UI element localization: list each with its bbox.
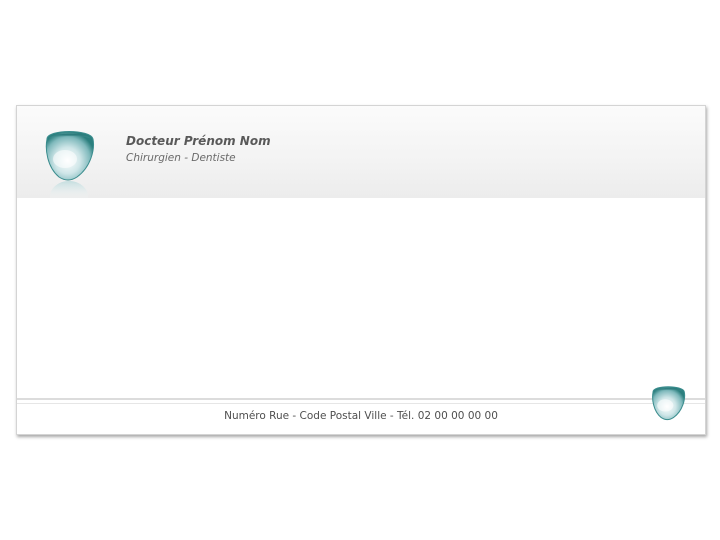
footer-divider-thin bbox=[17, 403, 705, 404]
header-band bbox=[17, 106, 705, 198]
footer-divider bbox=[17, 398, 705, 400]
envelope: Docteur Prénom Nom Chirurgien - Dentiste… bbox=[16, 105, 706, 435]
doctor-name: Docteur Prénom Nom bbox=[126, 134, 271, 148]
doctor-title: Chirurgien - Dentiste bbox=[126, 152, 236, 164]
tooth-drop-small-icon bbox=[652, 386, 686, 421]
footer-address: Numéro Rue - Code Postal Ville - Tél. 02… bbox=[224, 410, 498, 422]
tooth-drop-icon bbox=[45, 131, 94, 181]
logo-reflection bbox=[49, 181, 89, 201]
